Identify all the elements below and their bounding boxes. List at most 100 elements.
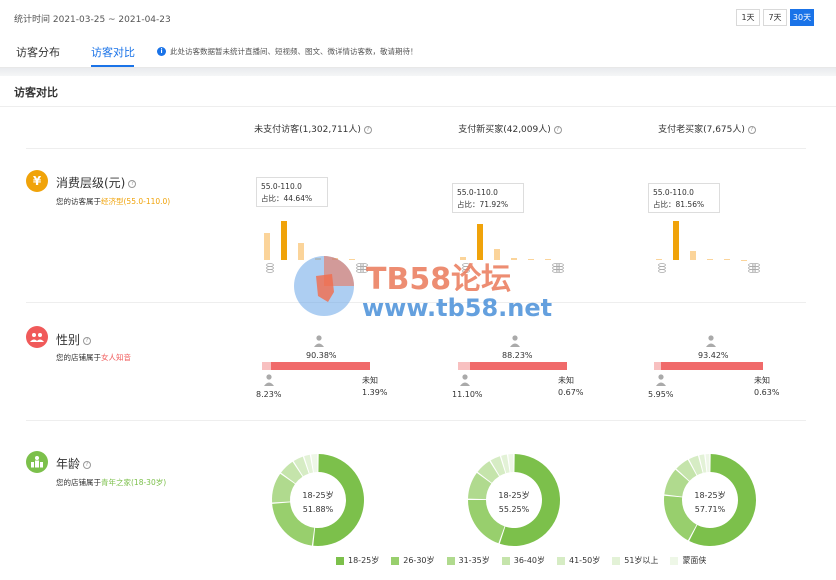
age-slice[interactable] [705,454,710,473]
consumption-tooltip: 55.0-110.0 占比：71.92% [452,183,524,213]
row-divider [26,148,806,149]
consumption-bar[interactable] [264,232,270,260]
tab-bar: 访客分布 访客对比 i 此处访客数据暂未统计直播间、短视频、图文、微详情访客数，… [0,36,836,68]
desc-prefix: 您的店铺属于 [56,353,101,362]
tab-visitor-distribution[interactable]: 访客分布 [16,44,60,60]
tab-visitor-compare[interactable]: 访客对比 [91,44,135,60]
donut-center-value: 57.71% [694,505,726,514]
legend-label: 36-40岁 [513,556,545,565]
desc-highlight: 经济型(55.0-110.0) [101,197,171,206]
row-divider [26,420,806,421]
range-7d-button[interactable]: 7天 [763,9,787,26]
gender-title-text: 性别 [56,333,81,347]
desc-highlight: 青年之家(18-30岁) [101,478,167,487]
watermark: TB58论坛 www.tb58.net [288,252,558,328]
watermark-title: TB58论坛 [366,262,512,297]
consumption-bar[interactable] [690,251,696,260]
coin-icon [266,263,274,273]
consumption-tooltip: 55.0-110.0 占比：81.56% [648,183,720,213]
age-desc: 您的店铺属于青年之家(18-30岁) [56,477,166,488]
legend-item[interactable]: 蒙面侠 [670,555,706,566]
column-head-label: 支付新买家(42,009人) [458,125,551,135]
female-segment[interactable] [660,362,764,370]
gender-bar[interactable] [654,362,764,370]
gender-bar[interactable] [262,362,372,370]
legend-swatch [336,556,344,565]
consumption-bar[interactable] [741,259,747,260]
male-segment[interactable] [262,362,272,370]
legend-swatch [446,556,455,565]
male-icon [656,374,666,386]
people-icon [26,326,48,348]
male-icon [460,374,470,386]
female-percent: 88.23% [502,351,533,360]
male-segment[interactable] [458,362,471,370]
help-icon[interactable]: ? [363,125,372,134]
info-icon: i [157,47,166,56]
section-title: 访客对比 [14,86,58,99]
male-icon [264,374,274,386]
donut-center-label: 18-25岁 [694,491,726,500]
donut-center-label: 18-25岁 [498,491,530,500]
female-percent: 93.42% [698,351,729,360]
female-icon [510,335,520,347]
age-slice[interactable] [664,495,697,541]
legend-item[interactable]: 26-30岁 [391,555,435,566]
legend-label: 51岁以上 [624,556,659,565]
female-segment[interactable] [271,362,371,370]
age-legend: 18-25岁 26-30岁 31-35岁 36-40岁 41-50岁 51岁以上 蒙面侠 [336,555,718,566]
legend-label: 41-50岁 [569,556,601,565]
unknown-label: 未知 [362,376,378,385]
column-head-old-buyer: 支付老买家(7,675人)? [632,122,782,135]
desc-prefix: 您的店铺属于 [56,478,101,487]
help-icon[interactable]: ? [553,125,562,134]
help-icon[interactable]: ? [83,460,92,469]
legend-label: 26-30岁 [403,556,435,565]
female-icon [706,335,716,347]
consumption-bar[interactable] [724,259,730,260]
male-percent: 5.95% [648,390,674,399]
unknown-label: 未知 [558,376,574,385]
legend-item[interactable]: 31-35岁 [446,555,490,566]
gender-bar[interactable] [458,362,568,370]
age-title: 年龄? [56,455,92,472]
tooltip-range: 55.0-110.0 [457,188,498,197]
column-head-label: 未支付访客(1,302,711人) [254,125,361,135]
help-icon[interactable]: ? [83,336,92,345]
help-icon[interactable]: ? [747,125,756,134]
consumption-bar-chart [656,210,756,260]
consumption-bar[interactable] [281,221,287,260]
coin-icon [658,263,666,273]
legend-label: 18-25岁 [348,556,380,565]
desc-highlight: 女人知音 [101,353,131,362]
consumption-title: 消费层级(元)? [56,174,137,191]
legend-label: 蒙面侠 [682,556,707,565]
donut-center-label: 18-25岁 [302,491,334,500]
male-percent: 8.23% [256,390,282,399]
legend-label: 31-35岁 [458,556,490,565]
unknown-percent: 0.67% [558,388,584,397]
unknown-label: 未知 [754,376,770,385]
range-30d-button[interactable]: 30天 [790,9,814,26]
notice: i 此处访客数据暂未统计直播间、短视频、图文、微详情访客数，敬请期待！ [157,46,418,57]
male-percent: 11.10% [452,390,483,399]
consumption-bar[interactable] [707,259,713,260]
consumption-bar[interactable] [673,221,679,260]
family-icon [26,451,48,473]
watermark-url: www.tb58.net [362,294,553,322]
range-1d-button[interactable]: 1天 [736,9,760,26]
section-gap [0,68,836,76]
female-segment[interactable] [470,362,568,370]
legend-item[interactable]: 41-50岁 [557,555,600,566]
legend-item[interactable]: 51岁以上 [612,555,658,566]
gender-desc: 您的店铺属于女人知音 [56,352,131,363]
legend-item[interactable]: 18-25岁 [336,555,379,566]
legend-item[interactable]: 36-40岁 [501,555,545,566]
help-icon[interactable]: ? [128,179,137,188]
gender-title: 性别? [56,331,92,348]
yen-icon: ¥ [26,170,48,192]
age-title-text: 年龄 [56,457,81,471]
consumption-bar[interactable] [656,258,662,260]
female-icon [314,335,324,347]
column-head-unpaid: 未支付访客(1,302,711人)? [238,122,388,135]
